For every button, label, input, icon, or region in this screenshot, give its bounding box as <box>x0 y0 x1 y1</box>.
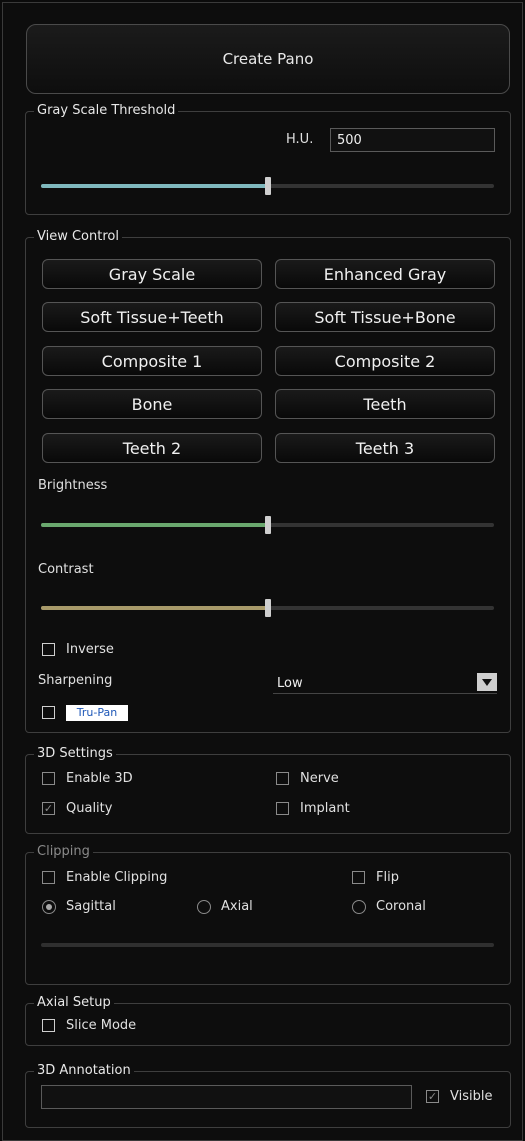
slice-mode-checkbox[interactable] <box>42 1019 55 1032</box>
sagittal-radio[interactable] <box>42 900 56 914</box>
implant-label: Implant <box>300 801 350 816</box>
enable-3d-label: Enable 3D <box>66 771 133 786</box>
brightness-slider-thumb[interactable] <box>265 516 271 534</box>
sagittal-label: Sagittal <box>66 899 116 914</box>
nerve-checkbox[interactable] <box>276 772 289 785</box>
inverse-checkbox[interactable] <box>42 643 55 656</box>
trupan-checkbox[interactable] <box>42 706 55 719</box>
contrast-slider[interactable] <box>41 599 494 617</box>
coronal-label: Coronal <box>376 899 426 914</box>
teeth-3-button[interactable]: Teeth 3 <box>275 433 495 463</box>
dropdown-arrow-icon[interactable] <box>477 673 497 691</box>
brightness-slider-fill <box>41 523 267 527</box>
quality-checkbox[interactable]: ✓ <box>42 802 55 815</box>
teeth-2-button[interactable]: Teeth 2 <box>42 433 262 463</box>
sharpening-select[interactable]: Low <box>273 673 497 694</box>
teeth-button[interactable]: Teeth <box>275 389 495 419</box>
slice-mode-label: Slice Mode <box>66 1018 137 1033</box>
brightness-slider[interactable] <box>41 516 494 534</box>
contrast-label: Contrast <box>38 562 94 577</box>
composite-1-button[interactable]: Composite 1 <box>42 346 262 376</box>
coronal-radio[interactable] <box>352 900 366 914</box>
enable-clipping-label: Enable Clipping <box>66 870 168 885</box>
gray-scale-button[interactable]: Gray Scale <box>42 259 262 289</box>
threshold-slider-thumb[interactable] <box>265 177 271 195</box>
nerve-label: Nerve <box>300 771 339 786</box>
flip-checkbox[interactable] <box>352 871 365 884</box>
create-pano-button[interactable]: Create Pano <box>26 24 510 94</box>
threshold-slider-fill <box>41 184 267 188</box>
group-title: Axial Setup <box>34 995 114 1011</box>
group-title: Gray Scale Threshold <box>34 103 179 119</box>
3d-settings-group: 3D Settings <box>25 746 511 834</box>
contrast-slider-thumb[interactable] <box>265 599 271 617</box>
sharpening-value: Low <box>277 675 303 691</box>
group-title: View Control <box>34 229 122 245</box>
soft-tissue-teeth-button[interactable]: Soft Tissue+Teeth <box>42 302 262 332</box>
gray-scale-threshold-group: Gray Scale Threshold <box>25 103 511 215</box>
axial-label: Axial <box>221 899 253 914</box>
visible-label: Visible <box>450 1089 493 1104</box>
group-title: 3D Annotation <box>34 1063 134 1079</box>
bone-button[interactable]: Bone <box>42 389 262 419</box>
enable-clipping-checkbox[interactable] <box>42 871 55 884</box>
enable-3d-checkbox[interactable] <box>42 772 55 785</box>
hu-label: H.U. <box>286 132 314 147</box>
axial-radio[interactable] <box>197 900 211 914</box>
threshold-slider[interactable] <box>41 177 494 195</box>
clipping-slider[interactable] <box>41 943 494 947</box>
inverse-label: Inverse <box>66 642 114 657</box>
composite-2-button[interactable]: Composite 2 <box>275 346 495 376</box>
sharpening-label: Sharpening <box>38 673 113 688</box>
annotation-text-input[interactable] <box>41 1085 412 1109</box>
flip-label: Flip <box>376 870 399 885</box>
group-title: Clipping <box>34 844 93 860</box>
enhanced-gray-button[interactable]: Enhanced Gray <box>275 259 495 289</box>
quality-label: Quality <box>66 801 113 816</box>
brightness-label: Brightness <box>38 478 108 493</box>
implant-checkbox[interactable] <box>276 802 289 815</box>
contrast-slider-fill <box>41 606 267 610</box>
hu-input[interactable]: 500 <box>330 128 495 152</box>
visible-checkbox[interactable]: ✓ <box>426 1090 439 1103</box>
soft-tissue-bone-button[interactable]: Soft Tissue+Bone <box>275 302 495 332</box>
trupan-logo: Tru-Pan <box>66 705 128 721</box>
group-title: 3D Settings <box>34 746 116 762</box>
